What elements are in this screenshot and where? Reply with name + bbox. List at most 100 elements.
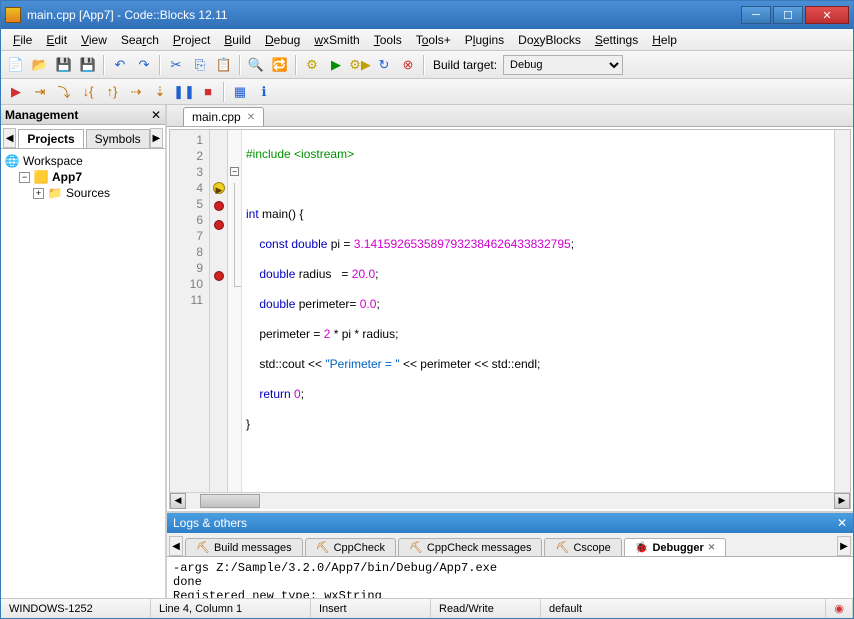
status-position: Line 4, Column 1 [151,599,311,618]
logs-tab-next[interactable]: ▶ [837,536,851,556]
open-file-icon[interactable]: 📂 [29,54,51,76]
tab-build-messages[interactable]: ⛏Build messages [185,538,303,556]
menu-edit[interactable]: Edit [40,31,73,49]
step-into-icon[interactable]: ↓{ [77,81,99,103]
find-icon[interactable]: 🔍 [245,54,267,76]
copy-icon[interactable]: ⎘ [189,54,211,76]
tree-sources[interactable]: + 📁 Sources [5,185,161,201]
replace-icon[interactable]: 🔁 [269,54,291,76]
menu-file[interactable]: File [7,31,38,49]
hscrollbar[interactable]: ◀ ▶ [170,492,850,508]
build-target-label: Build target: [429,58,501,72]
minimize-button[interactable]: ─ [741,6,771,24]
rebuild-icon[interactable]: ↻ [373,54,395,76]
tab-cppcheck[interactable]: ⛏CppCheck [305,538,396,556]
management-close-icon[interactable]: ✕ [151,108,161,122]
editor-tab-label: main.cpp [192,110,241,124]
current-line-marker-icon [213,182,225,194]
save-all-icon[interactable]: 💾 [77,54,99,76]
menu-tools[interactable]: Tools [368,31,408,49]
menu-search[interactable]: Search [115,31,165,49]
folder-icon: 📁 [48,186,62,200]
menu-plugins[interactable]: Plugins [459,31,510,49]
tab-cppcheck-messages[interactable]: ⛏CppCheck messages [398,538,543,556]
window-title: main.cpp [App7] - Code::Blocks 12.11 [27,8,739,22]
logs-tab-prev[interactable]: ◀ [169,536,183,556]
project-tree[interactable]: 🌐 Workspace − 🟨 App7 + 📁 Sources [1,149,165,598]
tab-projects[interactable]: Projects [18,129,83,148]
tab-close-icon[interactable]: ✕ [247,112,255,123]
management-title: Management [5,108,78,122]
menu-settings[interactable]: Settings [589,31,644,49]
new-file-icon[interactable]: 📄 [5,54,27,76]
editor-tabstrip: main.cpp ✕ [167,105,853,127]
status-readwrite: Read/Write [431,599,541,618]
fold-minus-icon[interactable]: − [230,167,239,176]
cut-icon[interactable]: ✂ [165,54,187,76]
pause-icon[interactable]: ❚❚ [173,81,195,103]
menu-debug[interactable]: Debug [259,31,306,49]
menu-view[interactable]: View [75,31,113,49]
vscrollbar[interactable] [834,130,850,492]
status-encoding: WINDOWS-1252 [1,599,151,618]
save-icon[interactable]: 💾 [53,54,75,76]
menu-doxyblocks[interactable]: DoxyBlocks [512,31,587,49]
tab-cscope[interactable]: ⛏Cscope [544,538,621,556]
editor-tab-main[interactable]: main.cpp ✕ [183,107,264,126]
expand-icon[interactable]: − [19,172,30,183]
step-out-icon[interactable]: ↑} [101,81,123,103]
status-insert: Insert [311,599,431,618]
step-instr-icon[interactable]: ⇣ [149,81,171,103]
tab-debugger[interactable]: 🐞Debugger✕ [624,538,727,556]
expand-icon[interactable]: + [33,188,44,199]
breakpoint-icon[interactable] [214,271,224,281]
fold-gutter[interactable]: − [228,130,242,492]
next-line-icon[interactable]: ⤵ [53,81,75,103]
stop-icon[interactable]: ■ [197,81,219,103]
menu-wxsmith[interactable]: wxSmith [308,31,365,49]
toolbar-debug: ▶ ⇥ ⤵ ↓{ ↑} ⇢ ⇣ ❚❚ ■ ▦ ℹ [1,79,853,105]
mgmt-tab-prev[interactable]: ◀ [3,128,16,148]
build-run-icon[interactable]: ⚙▶ [349,54,371,76]
menubar: File Edit View Search Project Build Debu… [1,29,853,51]
logs-panel: Logs & others ✕ ◀ ⛏Build messages ⛏CppCh… [167,511,853,598]
line-number-gutter: 1234567891011 [170,130,210,492]
abort-icon[interactable]: ⊗ [397,54,419,76]
maximize-button[interactable]: ☐ [773,6,803,24]
code-editor[interactable]: #include <iostream> int main() { const d… [242,130,834,492]
debugger-log[interactable]: -args Z:/Sample/3.2.0/App7/bin/Debug/App… [167,557,853,598]
status-profile: default [541,599,826,618]
menu-project[interactable]: Project [167,31,216,49]
toolbar-main: 📄 📂 💾 💾 ↶ ↷ ✂ ⎘ 📋 🔍 🔁 ⚙ ▶ ⚙▶ ↻ ⊗ Build t… [1,51,853,79]
menu-build[interactable]: Build [218,31,257,49]
run-to-cursor-icon[interactable]: ⇥ [29,81,51,103]
debug-windows-icon[interactable]: ▦ [229,81,251,103]
next-instr-icon[interactable]: ⇢ [125,81,147,103]
debug-start-icon[interactable]: ▶ [5,81,27,103]
run-icon[interactable]: ▶ [325,54,347,76]
undo-icon[interactable]: ↶ [109,54,131,76]
menu-help[interactable]: Help [646,31,683,49]
paste-icon[interactable]: 📋 [213,54,235,76]
marker-gutter[interactable] [210,130,228,492]
tab-symbols[interactable]: Symbols [86,129,150,148]
logs-header: Logs & others ✕ [167,513,853,533]
mgmt-tab-next[interactable]: ▶ [150,128,163,148]
tree-project[interactable]: − 🟨 App7 [5,169,161,185]
management-header: Management ✕ [1,105,165,125]
workspace-icon: 🌐 [5,154,19,168]
titlebar[interactable]: main.cpp [App7] - Code::Blocks 12.11 ─ ☐… [1,1,853,29]
menu-toolsplus[interactable]: Tools+ [410,31,457,49]
info-icon[interactable]: ℹ [253,81,275,103]
management-panel: Management ✕ ◀ Projects Symbols ▶ 🌐 Work… [1,105,167,598]
build-icon[interactable]: ⚙ [301,54,323,76]
close-button[interactable]: ✕ [805,6,849,24]
logs-close-icon[interactable]: ✕ [837,516,847,530]
tree-workspace[interactable]: 🌐 Workspace [5,153,161,169]
build-target-select[interactable]: Debug [503,55,623,75]
breakpoint-icon[interactable] [214,201,224,211]
statusbar: WINDOWS-1252 Line 4, Column 1 Insert Rea… [1,598,853,618]
tab-close-icon[interactable]: ✕ [708,542,716,553]
redo-icon[interactable]: ↷ [133,54,155,76]
breakpoint-icon[interactable] [214,220,224,230]
